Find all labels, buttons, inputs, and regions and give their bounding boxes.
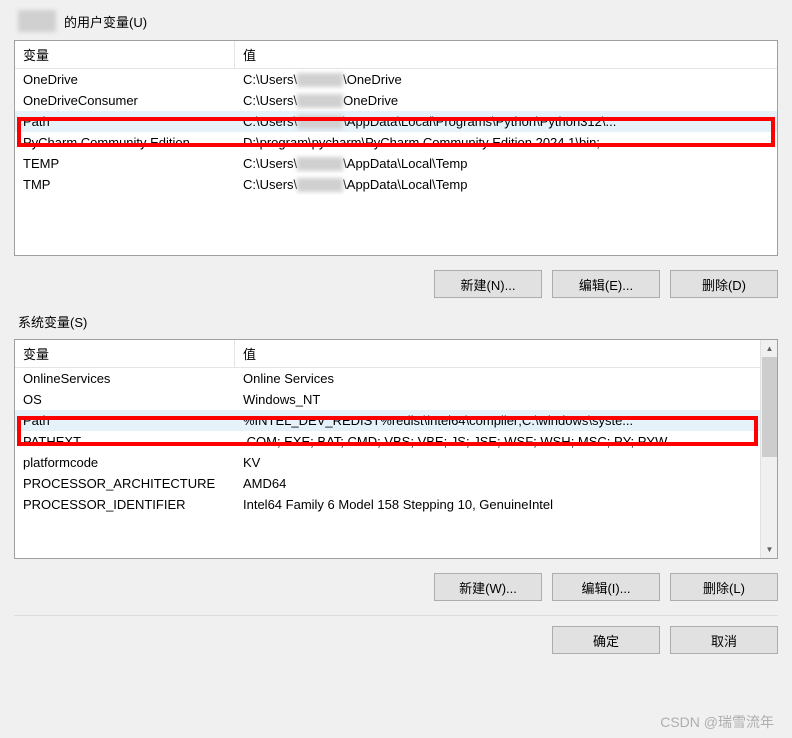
var-value-cell: C:\Users\\OneDrive	[235, 69, 777, 90]
var-value-cell: C:\Users\\AppData\Local\Temp	[235, 174, 777, 195]
user-section-title: 的用户变量(U)	[18, 10, 778, 32]
system-button-row: 新建(W)... 编辑(I)... 删除(L)	[14, 573, 778, 601]
table-row[interactable]: platformcodeKV	[15, 452, 777, 473]
table-row[interactable]: TEMPC:\Users\\AppData\Local\Temp	[15, 153, 777, 174]
var-value-cell: C:\Users\\AppData\Local\Temp	[235, 153, 777, 174]
var-name-cell: PROCESSOR_ARCHITECTURE	[15, 473, 235, 494]
var-name-cell: PATHEXT	[15, 431, 235, 452]
var-name-cell: TEMP	[15, 153, 235, 174]
username-redacted	[297, 94, 343, 108]
ok-button[interactable]: 确定	[552, 626, 660, 654]
list-header[interactable]: 变量 值	[15, 340, 777, 368]
table-row[interactable]: PyCharm Community EditionD:\program\pych…	[15, 132, 777, 153]
var-name-cell: PyCharm Community Edition	[15, 132, 235, 153]
var-value-cell: Windows_NT	[235, 389, 777, 410]
vertical-scrollbar[interactable]: ▲ ▼	[760, 340, 777, 558]
var-value-cell: .COM;.EXE;.BAT;.CMD;.VBS;.VBE;.JS;.JSE;.…	[235, 431, 777, 452]
system-variables-list[interactable]: 变量 值 OnlineServicesOnline ServicesOSWind…	[14, 339, 778, 559]
var-name-cell: platformcode	[15, 452, 235, 473]
var-name-cell: TMP	[15, 174, 235, 195]
table-row[interactable]: PATHEXT.COM;.EXE;.BAT;.CMD;.VBS;.VBE;.JS…	[15, 431, 777, 452]
var-name-cell: OneDriveConsumer	[15, 90, 235, 111]
table-row[interactable]: OSWindows_NT	[15, 389, 777, 410]
column-header-value[interactable]: 值	[235, 41, 777, 68]
table-row[interactable]: Path%INTEL_DEV_REDIST%redist\intel64\com…	[15, 410, 777, 431]
var-value-cell: Online Services	[235, 368, 777, 389]
user-title-label: 的用户变量(U)	[64, 12, 147, 31]
user-variables-list[interactable]: 变量 值 OneDriveC:\Users\\OneDriveOneDriveC…	[14, 40, 778, 256]
var-value-cell: D:\program\pycharm\PyCharm Community Edi…	[235, 132, 777, 153]
scroll-down-arrow-icon[interactable]: ▼	[761, 541, 778, 558]
table-row[interactable]: OneDriveConsumerC:\Users\OneDrive	[15, 90, 777, 111]
list-body: OnlineServicesOnline ServicesOSWindows_N…	[15, 368, 777, 515]
var-value-cell: C:\Users\\AppData\Local\Programs\Python\…	[235, 111, 777, 132]
scroll-thumb[interactable]	[762, 357, 777, 457]
column-header-variable[interactable]: 变量	[15, 340, 235, 367]
system-section-title: 系统变量(S)	[18, 312, 778, 331]
delete-user-var-button[interactable]: 删除(D)	[670, 270, 778, 298]
table-row[interactable]: PROCESSOR_ARCHITECTUREAMD64	[15, 473, 777, 494]
edit-system-var-button[interactable]: 编辑(I)...	[552, 573, 660, 601]
table-row[interactable]: PROCESSOR_IDENTIFIERIntel64 Family 6 Mod…	[15, 494, 777, 515]
var-name-cell: Path	[15, 111, 235, 132]
system-title-label: 系统变量(S)	[18, 312, 87, 331]
table-row[interactable]: TMPC:\Users\\AppData\Local\Temp	[15, 174, 777, 195]
scroll-up-arrow-icon[interactable]: ▲	[761, 340, 778, 357]
user-variables-section: 的用户变量(U) 变量 值 OneDriveC:\Users\\OneDrive…	[14, 10, 778, 298]
var-name-cell: OneDrive	[15, 69, 235, 90]
username-redacted	[18, 10, 56, 32]
new-system-var-button[interactable]: 新建(W)...	[434, 573, 542, 601]
username-redacted	[297, 178, 343, 192]
environment-variables-dialog: 的用户变量(U) 变量 值 OneDriveC:\Users\\OneDrive…	[0, 0, 792, 668]
table-row[interactable]: OnlineServicesOnline Services	[15, 368, 777, 389]
list-body: OneDriveC:\Users\\OneDriveOneDriveConsum…	[15, 69, 777, 195]
var-value-cell: %INTEL_DEV_REDIST%redist\intel64\compile…	[235, 410, 777, 431]
cancel-button[interactable]: 取消	[670, 626, 778, 654]
var-name-cell: Path	[15, 410, 235, 431]
user-button-row: 新建(N)... 编辑(E)... 删除(D)	[14, 270, 778, 298]
username-redacted	[297, 115, 343, 129]
username-redacted	[297, 73, 343, 87]
var-value-cell: C:\Users\OneDrive	[235, 90, 777, 111]
var-value-cell: KV	[235, 452, 777, 473]
system-variables-section: 系统变量(S) 变量 值 OnlineServicesOnline Servic…	[14, 312, 778, 601]
delete-system-var-button[interactable]: 删除(L)	[670, 573, 778, 601]
edit-user-var-button[interactable]: 编辑(E)...	[552, 270, 660, 298]
dialog-footer-buttons: 确定 取消	[14, 615, 778, 654]
var-name-cell: PROCESSOR_IDENTIFIER	[15, 494, 235, 515]
table-row[interactable]: OneDriveC:\Users\\OneDrive	[15, 69, 777, 90]
var-name-cell: OnlineServices	[15, 368, 235, 389]
var-value-cell: AMD64	[235, 473, 777, 494]
watermark: CSDN @瑞雪流年	[660, 712, 774, 732]
column-header-variable[interactable]: 变量	[15, 41, 235, 68]
list-header[interactable]: 变量 值	[15, 41, 777, 69]
username-redacted	[297, 157, 343, 171]
table-row[interactable]: PathC:\Users\\AppData\Local\Programs\Pyt…	[15, 111, 777, 132]
var-name-cell: OS	[15, 389, 235, 410]
var-value-cell: Intel64 Family 6 Model 158 Stepping 10, …	[235, 494, 777, 515]
column-header-value[interactable]: 值	[235, 340, 777, 367]
new-user-var-button[interactable]: 新建(N)...	[434, 270, 542, 298]
